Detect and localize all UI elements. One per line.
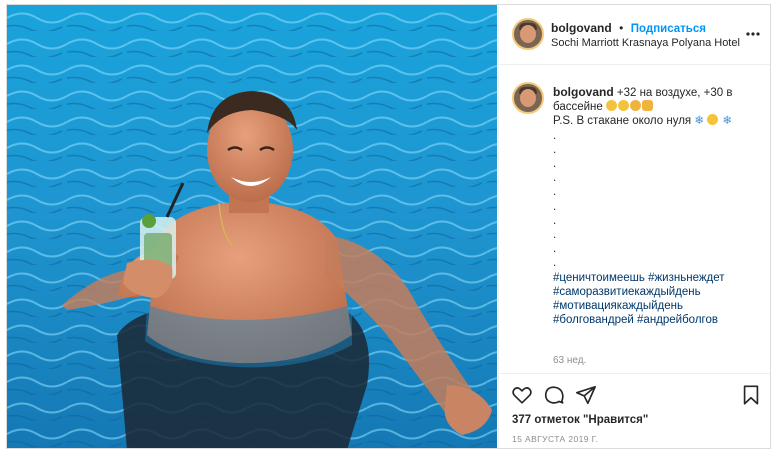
avatar[interactable] <box>512 18 544 50</box>
hashtag-link[interactable]: #болговандрей <box>553 314 634 326</box>
caption-dot: . <box>553 129 557 142</box>
caption-dot: . <box>553 214 557 227</box>
caption-line-1: bolgovand +32 на воздухе, +30 в <box>553 85 758 100</box>
avatar-face <box>520 89 536 107</box>
hashtag-line: #ценичтоимеешь #жизньнеждет <box>553 271 758 285</box>
likes-count[interactable]: 377 отметок "Нравится" <box>512 414 648 426</box>
pool-photo-illustration <box>7 5 497 448</box>
post-header: bolgovand • Подписаться Sochi Marriott K… <box>499 5 770 65</box>
caption-dot: . <box>553 143 557 156</box>
hashtag-line: #болговандрей #андрейболгов <box>553 313 758 327</box>
post-photo[interactable] <box>7 5 497 448</box>
hashtag-link[interactable]: #ценичтоимеешь <box>553 272 645 284</box>
sunglasses-emoji-icon <box>606 100 617 112</box>
share-icon[interactable] <box>575 384 597 406</box>
snowflake-emoji-icon: ❄ <box>694 115 704 128</box>
caption-line-2: бассейне <box>553 100 758 114</box>
caption-dot: . <box>553 229 557 242</box>
ellipsis-icon[interactable] <box>746 27 760 37</box>
caption-dot: . <box>553 172 557 185</box>
separator-dot: • <box>619 21 624 35</box>
hashtag-link[interactable]: #андрейболгов <box>637 314 718 326</box>
caption-text-2: бассейне <box>553 101 603 114</box>
follow-button[interactable]: Подписаться <box>631 23 706 35</box>
username-link[interactable]: bolgovand <box>551 21 612 35</box>
post-sidebar: bolgovand • Подписаться Sochi Marriott K… <box>498 5 770 448</box>
caption-dot: . <box>553 200 557 213</box>
hashtag-link[interactable]: #саморазвитиекаждыйдень <box>553 286 701 298</box>
bookmark-icon[interactable] <box>740 384 762 406</box>
caption-username[interactable]: bolgovand <box>553 85 614 99</box>
hashtag-link[interactable]: #мотивациякаждыйдень <box>553 300 683 312</box>
hashtag-line: #саморазвитиекаждыйдень <box>553 285 758 299</box>
caption-dot: . <box>553 158 557 171</box>
comment-icon[interactable] <box>543 384 565 406</box>
instagram-post: bolgovand • Подписаться Sochi Marriott K… <box>6 4 771 449</box>
header-names: bolgovand • Подписаться <box>551 19 706 37</box>
hashtag-link[interactable]: #жизньнеждет <box>648 272 724 284</box>
caption-time-ago[interactable]: 63 нед. <box>553 355 586 366</box>
heart-icon[interactable] <box>511 384 533 406</box>
caption-text-3: P.S. В стакане около нуля <box>553 115 692 128</box>
snowflake-emoji-icon: ❄ <box>722 115 733 128</box>
ok-hand-emoji-icon <box>630 100 641 112</box>
post-caption: bolgovand +32 на воздухе, +30 в бассейне… <box>553 85 758 327</box>
caption-avatar[interactable] <box>512 82 544 114</box>
caption-dot: . <box>553 257 557 270</box>
thumbs-up-emoji-icon <box>642 100 653 112</box>
action-bar: 377 отметок "Нравится" 15 АВГУСТА 2019 Г… <box>499 373 770 448</box>
caption-dot: . <box>553 186 557 199</box>
location-link[interactable]: Sochi Marriott Krasnaya Polyana Hotel <box>551 37 740 49</box>
post-date: 15 АВГУСТА 2019 Г. <box>512 434 599 444</box>
laughing-emoji-icon <box>707 114 719 126</box>
hashtag-line: #мотивациякаждыйдень <box>553 299 758 313</box>
caption-line-3: P.S. В стакане около нуля ❄ ❄ <box>553 114 758 128</box>
avatar-face <box>520 25 536 43</box>
smile-emoji-icon <box>618 100 629 112</box>
caption-dot: . <box>553 243 557 256</box>
caption-text-1: +32 на воздухе, +30 в <box>616 87 733 99</box>
